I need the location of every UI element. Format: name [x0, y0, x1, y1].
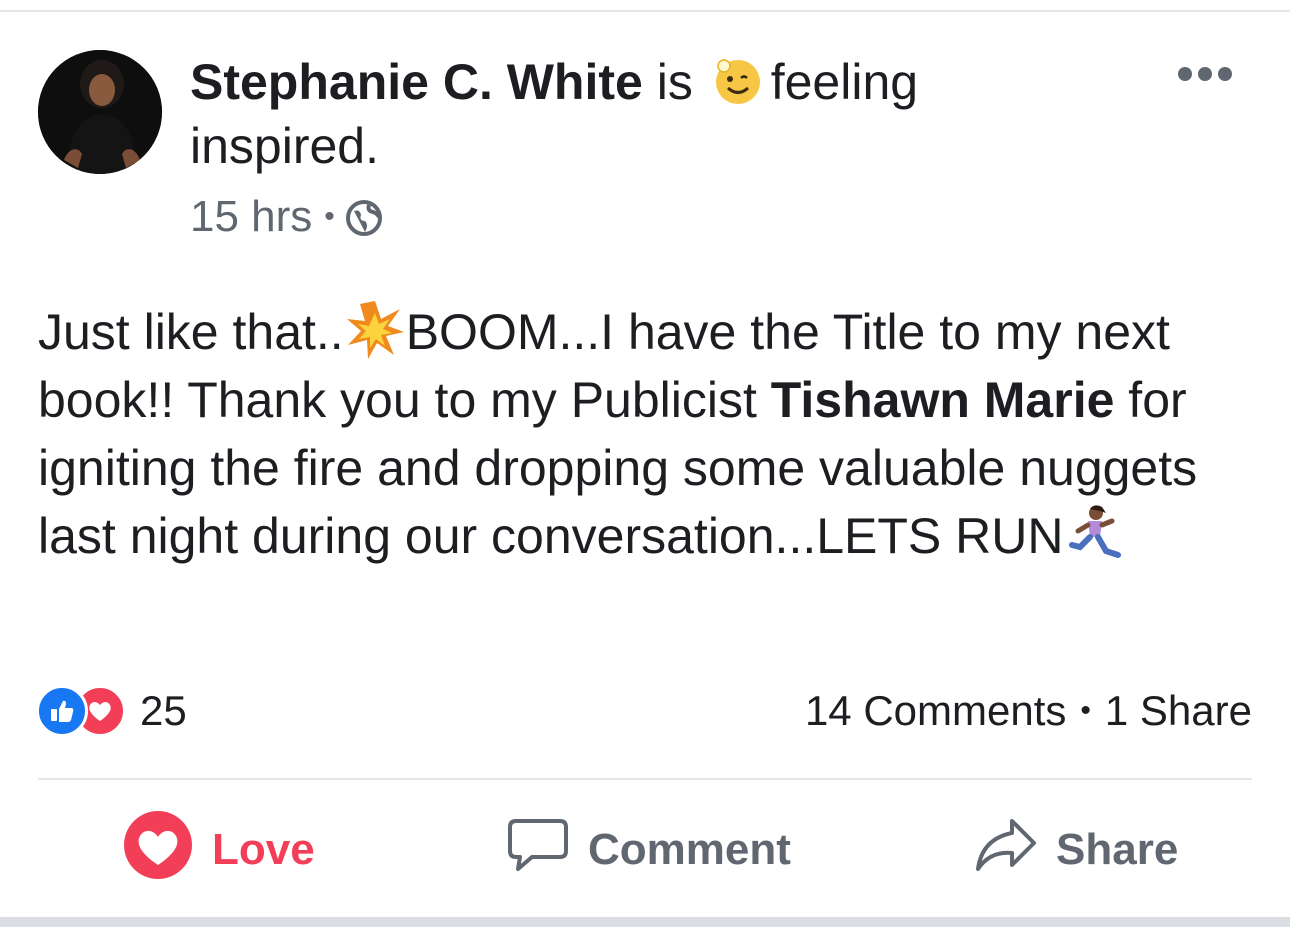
more-dot-icon — [1178, 67, 1192, 81]
author-avatar[interactable] — [38, 50, 162, 174]
inspired-face-emoji-icon — [713, 57, 763, 107]
engagement-summary: 14 Comments • 1 Share — [805, 683, 1252, 739]
love-reaction-button[interactable]: Love — [122, 810, 315, 890]
share-arrow-icon — [972, 815, 1038, 886]
share-button[interactable]: Share — [972, 810, 1178, 890]
feeling-word-text: inspired. — [190, 118, 379, 174]
bottom-separator — [0, 917, 1290, 927]
facebook-post-card: Stephanie C. White is feeling inspired. … — [0, 0, 1290, 927]
post-body-text: Just like that.. BOOM...I have the Title… — [38, 298, 1263, 570]
feeling-prefix-text: feeling — [770, 54, 919, 110]
love-button-label: Love — [212, 825, 315, 874]
comment-button-label: Comment — [588, 825, 791, 874]
post-meta: 15 hrs • — [190, 190, 383, 244]
comments-count-link[interactable]: 14 Comments — [805, 687, 1066, 735]
more-dot-icon — [1218, 67, 1232, 81]
header-is-text: is — [656, 54, 693, 110]
globe-icon[interactable] — [345, 198, 383, 236]
reactions-summary[interactable]: 25 — [36, 683, 187, 739]
post-header: Stephanie C. White is feeling inspired. — [190, 50, 1020, 178]
collision-emoji-icon — [344, 299, 406, 361]
share-button-label: Share — [1056, 825, 1179, 874]
comment-bubble-icon — [506, 815, 570, 886]
avatar-image — [38, 50, 162, 174]
engagement-separator: • — [1080, 694, 1091, 727]
top-divider — [0, 0, 1290, 12]
post-options-more-button[interactable] — [1170, 56, 1240, 92]
reaction-count: 25 — [140, 687, 187, 734]
more-dot-icon — [1198, 67, 1212, 81]
mention-link-tishawn-marie[interactable]: Tishawn Marie — [771, 372, 1115, 428]
author-name-link[interactable]: Stephanie C. White — [190, 54, 643, 110]
body-text-part-1: Just like that.. — [38, 304, 344, 360]
woman-running-emoji-icon — [1064, 503, 1126, 565]
shares-count-link[interactable]: 1 Share — [1105, 687, 1252, 735]
meta-separator-dot: • — [324, 200, 335, 233]
love-heart-icon — [122, 809, 194, 892]
actions-divider — [38, 778, 1252, 780]
post-timestamp-link[interactable]: 15 hrs — [190, 192, 312, 242]
like-icon — [36, 685, 88, 737]
comment-button[interactable]: Comment — [506, 810, 791, 890]
